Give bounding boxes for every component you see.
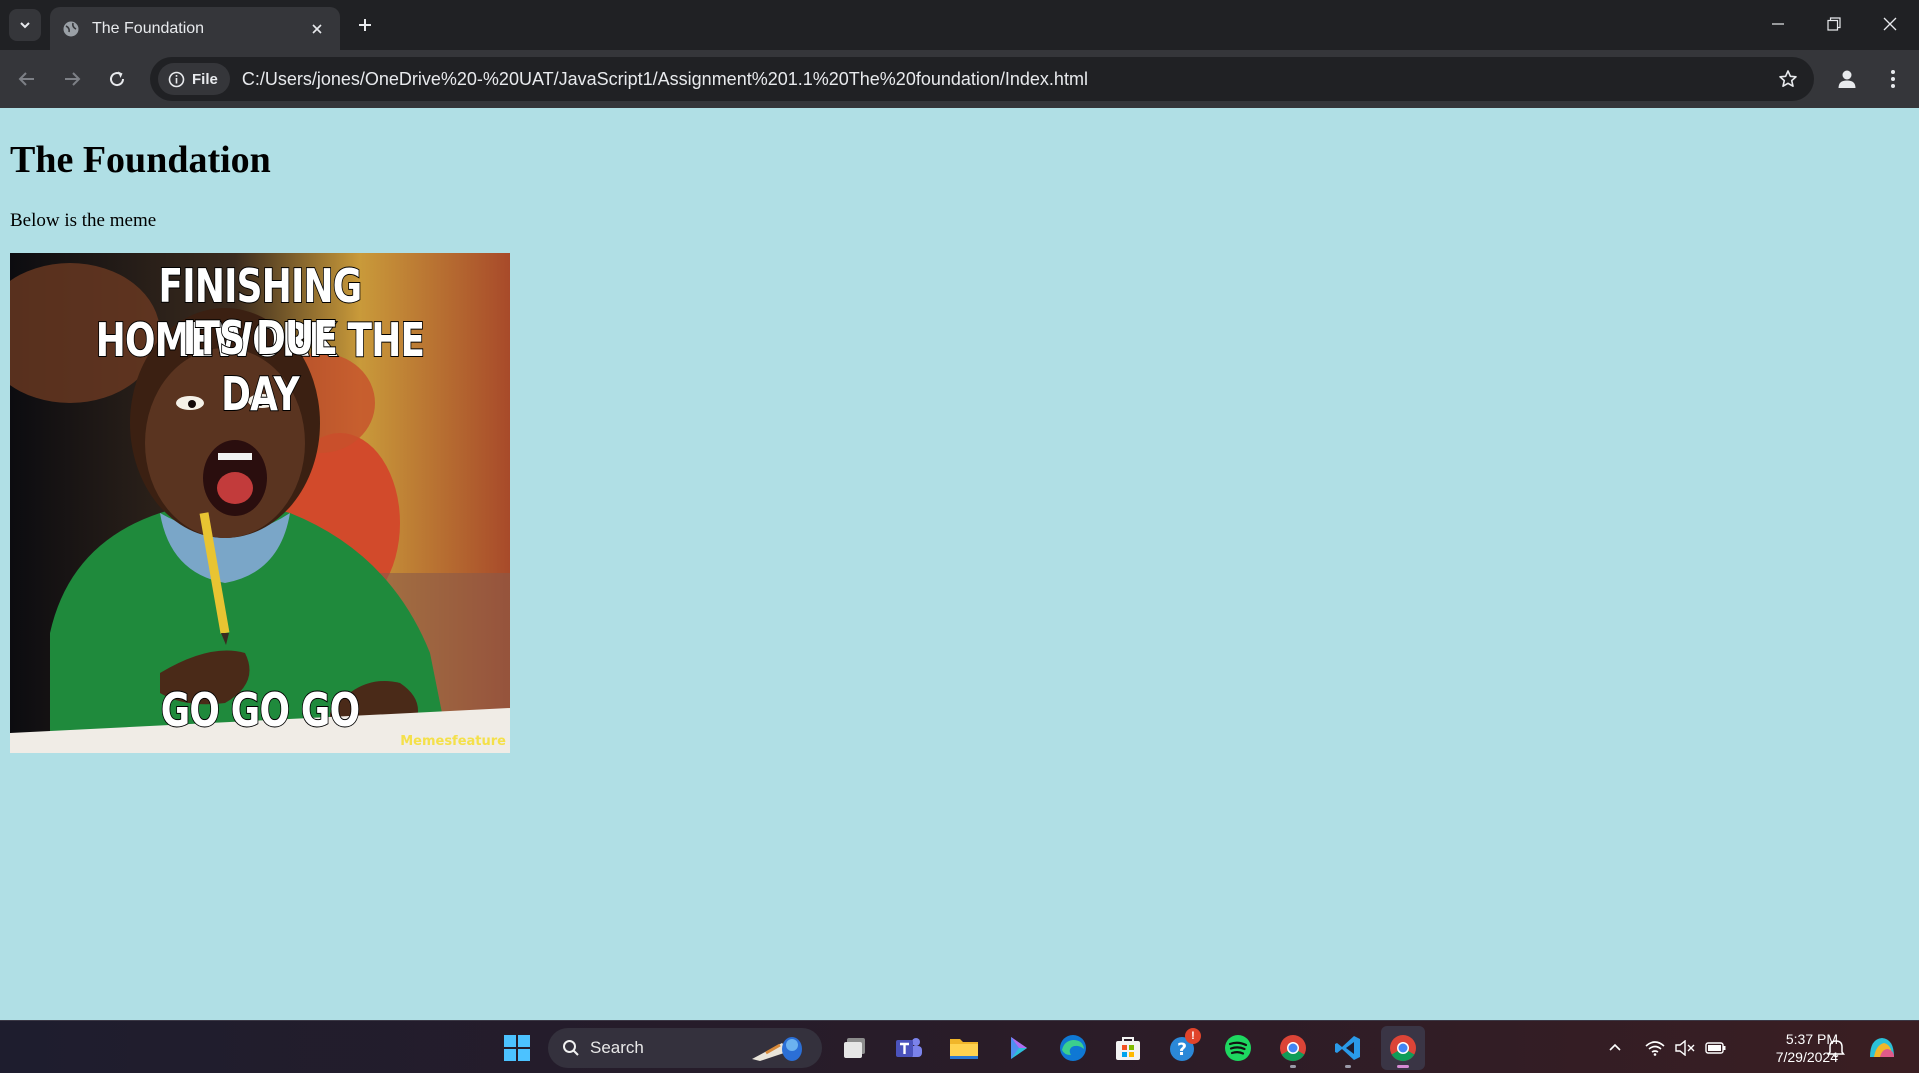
minimize-button[interactable] [1750, 0, 1806, 48]
battery-status[interactable] [1700, 1021, 1732, 1073]
close-icon [312, 23, 322, 34]
teams-button[interactable] [887, 1026, 931, 1070]
page-viewport: The Foundation Below is the meme FINISHI… [0, 108, 1919, 1020]
vscode-icon [1335, 1036, 1360, 1060]
copilot-tray-button[interactable] [1862, 1021, 1902, 1073]
battery-icon [1705, 1041, 1726, 1054]
search-highlight-icon [752, 1037, 802, 1061]
show-hidden-icons-button[interactable] [1600, 1021, 1630, 1073]
restore-icon [1827, 17, 1841, 31]
chevron-down-icon [20, 22, 30, 29]
url-text[interactable]: C:/Users/jones/OneDrive%20-%20UAT/JavaSc… [242, 69, 1768, 90]
spotify-button[interactable] [1216, 1026, 1260, 1070]
meme-top-text-2: ITS DUE [182, 310, 338, 366]
reload-button[interactable] [100, 62, 134, 96]
edge-button[interactable] [1051, 1026, 1095, 1070]
site-info-label: File [192, 70, 218, 88]
taskbar-search[interactable]: Search [548, 1028, 822, 1068]
profile-icon [1838, 70, 1856, 88]
chrome-icon [1390, 1035, 1416, 1062]
meme-image: FINISHING HOMEWORK THE DAY ITS DUE GO GO… [10, 253, 510, 753]
menu-icon [1891, 70, 1895, 88]
tab-title: The Foundation [92, 19, 205, 37]
store-icon [1116, 1037, 1140, 1060]
chrome-button[interactable] [1271, 1026, 1315, 1070]
taskbar-search-label: Search [590, 1038, 644, 1057]
chevron-up-icon [1609, 1043, 1621, 1051]
task-view-button[interactable] [833, 1026, 877, 1070]
plus-icon [359, 19, 371, 31]
help-badge: ! [1185, 1028, 1201, 1044]
chrome-active-button[interactable] [1381, 1026, 1425, 1070]
volume-muted-icon [1675, 1039, 1695, 1056]
spotify-icon [1225, 1035, 1251, 1061]
active-indicator [1397, 1065, 1409, 1068]
windows-icon [504, 1035, 530, 1061]
browser-toolbar: File C:/Users/jones/OneDrive%20-%20UAT/J… [0, 50, 1919, 108]
chrome-icon [1280, 1035, 1306, 1062]
reload-icon [110, 71, 125, 87]
tab-strip: The Foundation [0, 0, 1919, 50]
close-window-icon [1883, 17, 1897, 31]
profile-button[interactable] [1830, 62, 1864, 96]
folder-icon [950, 1039, 978, 1059]
tab-close-button[interactable] [306, 18, 328, 40]
bookmark-button[interactable] [1768, 59, 1808, 99]
page-heading: The Foundation [10, 139, 271, 181]
new-tab-button[interactable] [351, 11, 379, 39]
forward-icon [65, 72, 81, 86]
minimize-icon [1772, 23, 1784, 25]
notification-bell-icon [1827, 1039, 1845, 1057]
edge-icon [1060, 1035, 1086, 1061]
copilot-icon [1011, 1037, 1027, 1059]
tab-search-button[interactable] [9, 9, 41, 41]
restore-button[interactable] [1806, 0, 1862, 48]
site-info-chip[interactable]: File [158, 63, 230, 95]
teams-icon [896, 1038, 922, 1057]
search-icon [563, 1040, 579, 1056]
wifi-status[interactable] [1640, 1021, 1670, 1073]
running-indicator [1345, 1065, 1351, 1068]
vscode-button[interactable] [1326, 1026, 1370, 1070]
start-button[interactable] [495, 1026, 539, 1070]
help-button[interactable]: ? ! [1161, 1026, 1205, 1070]
microsoft-store-button[interactable] [1106, 1026, 1150, 1070]
copilot-tray-icon [1870, 1037, 1894, 1057]
running-indicator [1290, 1065, 1296, 1068]
notifications-button[interactable] [1820, 1021, 1852, 1073]
info-icon [168, 71, 185, 87]
file-explorer-button[interactable] [942, 1026, 986, 1070]
volume-status[interactable] [1670, 1021, 1700, 1073]
globe-icon [63, 21, 79, 36]
address-bar[interactable]: File C:/Users/jones/OneDrive%20-%20UAT/J… [150, 57, 1814, 101]
browser-tab[interactable]: The Foundation [50, 7, 340, 50]
close-window-button[interactable] [1862, 0, 1918, 48]
star-icon [1779, 70, 1797, 87]
svg-text:?: ? [1177, 1040, 1187, 1060]
meme-bottom-text: GO GO GO [160, 682, 361, 738]
copilot-button[interactable] [996, 1026, 1040, 1070]
meme-watermark: Memesfeature [400, 734, 506, 749]
back-icon [18, 72, 34, 86]
menu-button[interactable] [1876, 62, 1910, 96]
forward-button[interactable] [55, 62, 89, 96]
wifi-icon [1645, 1040, 1665, 1056]
task-view-icon [844, 1038, 865, 1058]
taskbar: Search ? ! 5:37 PM 7/29/2024 [0, 1020, 1919, 1073]
page-paragraph: Below is the meme [10, 210, 157, 231]
back-button[interactable] [10, 62, 44, 96]
